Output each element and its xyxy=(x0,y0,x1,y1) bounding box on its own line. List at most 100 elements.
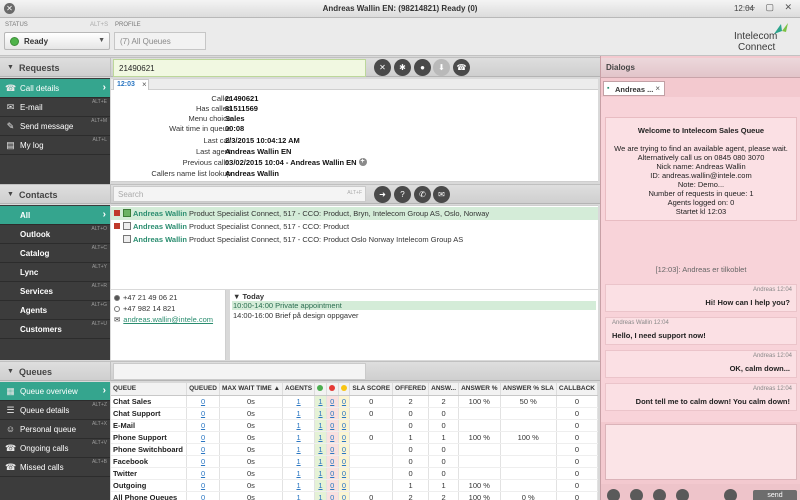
col-max-wait-time[interactable]: MAX WAIT TIME ▲ xyxy=(219,383,284,396)
col-away[interactable] xyxy=(338,383,351,396)
queue-row[interactable]: Phone Support 0 0s 1 1 0 0 0 1 1 100 % 100 % 0 xyxy=(111,431,599,444)
call-contact-button[interactable]: ✆ xyxy=(414,186,431,203)
queue-cell[interactable]: 1 xyxy=(282,467,316,480)
send-button[interactable]: send xyxy=(753,490,797,500)
queue-cell[interactable]: 0 xyxy=(338,467,351,480)
nav-item-my-log[interactable]: ▤ My log ALT+L xyxy=(0,136,110,155)
help-button[interactable]: ? xyxy=(394,186,411,203)
transfer-button[interactable]: ⬇ xyxy=(433,59,450,76)
queue-row[interactable]: E-Mail 0 0s 1 1 0 0 0 0 0 xyxy=(111,419,599,432)
close-tab-icon[interactable]: × xyxy=(142,80,147,89)
forward-button[interactable]: ➜ xyxy=(374,186,391,203)
queue-cell[interactable]: 0 xyxy=(338,419,351,432)
profile-selector[interactable]: (7) All Queues xyxy=(114,32,206,50)
contact-email-option[interactable]: ✉ andreas.wallin@intele.com xyxy=(114,315,213,324)
queue-cell[interactable]: 0 xyxy=(186,479,220,492)
queue-cell[interactable]: 1 xyxy=(282,443,316,456)
queue-cell[interactable]: 1 xyxy=(282,491,316,500)
queue-cell[interactable]: 0 xyxy=(326,479,339,492)
queue-cell[interactable]: 1 xyxy=(282,419,316,432)
queue-cell[interactable]: 0 xyxy=(326,455,339,468)
nav-item-services[interactable]: Services ALT+R xyxy=(0,282,110,301)
nav-item-catalog[interactable]: Catalog ALT+C xyxy=(0,244,110,263)
request-tab[interactable]: 12:03 × xyxy=(113,79,149,90)
calendar-today-header[interactable]: ▼ Today xyxy=(233,292,264,301)
queue-cell[interactable]: 0 xyxy=(326,443,339,456)
queue-cell[interactable]: 0 xyxy=(338,479,351,492)
queue-cell[interactable]: 1 xyxy=(314,443,327,456)
queue-cell[interactable]: 1 xyxy=(314,467,327,480)
col-sla-score[interactable]: SLA SCORE xyxy=(349,383,394,396)
queue-cell[interactable]: 0 xyxy=(338,407,351,420)
window-controls[interactable]: — ▢ ✕ xyxy=(746,2,796,13)
transfer-chat-icon[interactable] xyxy=(653,489,666,500)
queues-section-header[interactable]: ▼ Queues xyxy=(0,361,110,381)
col-agents[interactable]: AGENTS xyxy=(282,383,316,396)
queue-cell[interactable]: 1 xyxy=(282,479,316,492)
queue-cell[interactable]: 0 xyxy=(338,491,351,500)
chat-message-input[interactable] xyxy=(605,424,797,480)
queue-cell[interactable]: 0 xyxy=(326,467,339,480)
nav-item-agents[interactable]: Agents ALT+G xyxy=(0,301,110,320)
nav-item-call-details[interactable]: ☎ Call details › xyxy=(0,79,110,98)
queue-row[interactable]: Twitter 0 0s 1 1 0 0 0 0 0 xyxy=(111,467,599,480)
col-answer-percent[interactable]: ANSWER % xyxy=(458,383,501,396)
queue-row[interactable]: All Phone Queues 0 0s 1 1 0 0 0 2 2 100 % 0 % 0 xyxy=(111,491,599,500)
queue-row[interactable]: Phone Switchboard 0 0s 1 1 0 0 0 0 0 xyxy=(111,443,599,456)
nav-item-queue-overview[interactable]: ▦ Queue overview › xyxy=(0,382,110,401)
col-answer-sla[interactable]: ANSWER % SLA xyxy=(500,383,557,396)
queue-filter-input[interactable] xyxy=(113,363,366,380)
queue-cell[interactable]: 0 xyxy=(186,443,220,456)
col-answered[interactable]: ANSW... xyxy=(428,383,460,396)
status-dropdown[interactable]: Ready ▼ xyxy=(4,32,110,50)
dialog-tab[interactable]: ▪ Andreas ... × xyxy=(603,81,665,96)
col-busy[interactable] xyxy=(326,383,339,396)
queue-cell[interactable]: 1 xyxy=(282,431,316,444)
nav-item-lync[interactable]: Lync ALT+Y xyxy=(0,263,110,282)
queue-cell[interactable]: 0 xyxy=(338,455,351,468)
col-queue[interactable]: QUEUE xyxy=(111,383,188,396)
contact-result-row[interactable]: Andreas Wallin Product Specialist Connec… xyxy=(111,207,598,220)
contact-phone-option[interactable]: +47 982 14 821 xyxy=(114,304,175,313)
contact-result-row[interactable]: Andreas Wallin Product Specialist Connec… xyxy=(111,220,598,233)
close-tab-icon[interactable]: × xyxy=(655,84,660,93)
nav-item-email[interactable]: ✉ E-mail ALT+E xyxy=(0,98,110,117)
queue-cell[interactable]: 0 xyxy=(186,455,220,468)
nav-item-all[interactable]: All › xyxy=(0,206,110,225)
queue-row[interactable]: Outgoing 0 0s 1 1 0 0 1 1 100 % 0 xyxy=(111,479,599,492)
queue-cell[interactable]: 1 xyxy=(314,455,327,468)
queue-row[interactable]: Facebook 0 0s 1 1 0 0 0 0 0 xyxy=(111,455,599,468)
col-offered[interactable]: OFFERED xyxy=(392,383,430,396)
queue-cell[interactable]: 0 xyxy=(186,419,220,432)
queue-cell[interactable]: 1 xyxy=(282,395,316,408)
queue-cell[interactable]: 1 xyxy=(314,407,327,420)
plus-icon[interactable]: + xyxy=(358,158,367,166)
queue-cell[interactable]: 1 xyxy=(282,407,316,420)
calendar-item[interactable]: 10:00-14:00 Private appointment xyxy=(232,301,596,310)
mute-button[interactable]: ✕ xyxy=(374,59,391,76)
queue-cell[interactable]: 0 xyxy=(326,419,339,432)
attach-icon[interactable] xyxy=(630,489,643,500)
nav-item-customers[interactable]: Customers ALT+U xyxy=(0,320,110,339)
contact-search-input[interactable]: Search ALT+F xyxy=(113,186,366,202)
hangup-button[interactable]: ☎ xyxy=(453,59,470,76)
queue-cell[interactable]: 0 xyxy=(326,395,339,408)
queue-cell[interactable]: 1 xyxy=(282,455,316,468)
queue-cell[interactable]: 0 xyxy=(186,431,220,444)
requests-section-header[interactable]: ▼ Requests xyxy=(0,57,110,77)
nav-item-queue-details[interactable]: ☰ Queue details ALT+Z xyxy=(0,401,110,420)
queue-cell[interactable]: 0 xyxy=(326,491,339,500)
keypad-button[interactable]: ✱ xyxy=(394,59,411,76)
preview-icon[interactable] xyxy=(724,489,737,500)
queue-cell[interactable]: 0 xyxy=(186,467,220,480)
contact-email-link[interactable]: andreas.wallin@intele.com xyxy=(123,315,213,324)
queue-cell[interactable]: 1 xyxy=(314,431,327,444)
contacts-section-header[interactable]: ▼ Contacts xyxy=(0,184,110,204)
contact-result-row[interactable]: Andreas Wallin Product Specialist Connec… xyxy=(111,233,598,246)
nav-item-send-message[interactable]: ✎ Send message ALT+M xyxy=(0,117,110,136)
emoji-icon[interactable] xyxy=(676,489,689,500)
col-callback[interactable]: CALLBACK xyxy=(556,383,599,396)
record-button[interactable]: ● xyxy=(414,59,431,76)
queue-cell[interactable]: 1 xyxy=(314,395,327,408)
calendar-item[interactable]: 14:00-16:00 Brief på design oppgaver xyxy=(233,311,359,320)
